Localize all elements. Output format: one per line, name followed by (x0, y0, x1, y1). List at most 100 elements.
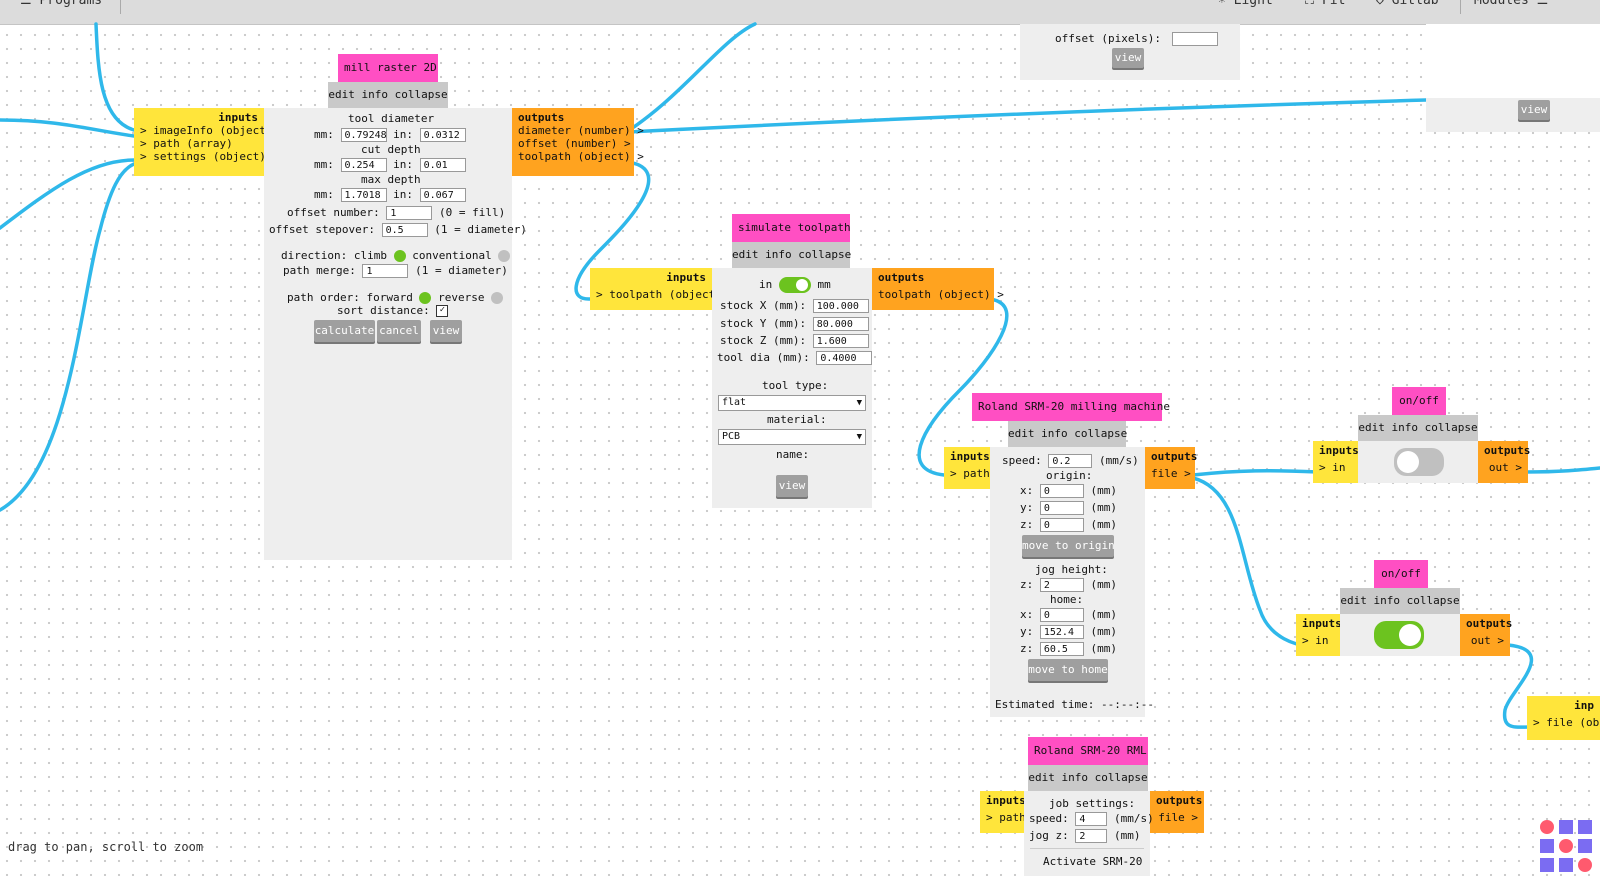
tool-type-select[interactable]: flat ▼ (718, 395, 866, 411)
y-label: y: (1020, 625, 1034, 638)
logo-square (1540, 858, 1554, 872)
roland-rml-edit-bar[interactable]: edit info collapse (1028, 765, 1148, 791)
onoff-2-inputs: inputs > in (1296, 614, 1342, 656)
onoff-1-toggle[interactable] (1394, 448, 1444, 476)
conventional-radio[interactable] (498, 250, 511, 262)
x-label: x: (1020, 608, 1034, 621)
mill-raster-edit-bar[interactable]: edit info collapse (328, 82, 448, 108)
simulate-toolpath-title[interactable]: simulate toolpath (732, 214, 851, 242)
onoff-1-edit-bar[interactable]: edit info collapse (1358, 415, 1478, 441)
forward-radio[interactable] (419, 292, 432, 304)
inputs-header: inputs (218, 111, 258, 124)
input-port-path[interactable]: > path (array) (140, 137, 258, 150)
input-port-in[interactable]: > in (1302, 634, 1334, 647)
move-to-home-button[interactable]: move to home (1028, 659, 1108, 681)
tool-dia-input[interactable]: 0.4000 (816, 351, 873, 365)
view-button[interactable]: view (1518, 100, 1550, 120)
sort-distance-checkbox[interactable]: ✓ (436, 305, 449, 317)
cut-depth-in-input[interactable]: 0.01 (419, 158, 466, 172)
onoff-2-title[interactable]: on/off (1374, 560, 1428, 588)
onoff-2-toggle[interactable] (1374, 621, 1424, 649)
rml-jog-input[interactable]: 2 (1075, 829, 1108, 843)
output-port-file[interactable]: file > (1156, 811, 1198, 824)
speed-input[interactable]: 0.2 (1048, 454, 1093, 468)
move-to-origin-button[interactable]: move to origin (1022, 535, 1115, 557)
roland-rml-title[interactable]: Roland SRM-20 RML (1028, 737, 1148, 765)
output-port-toolpath[interactable]: toolpath (object) > (518, 150, 644, 163)
input-port-toolpath[interactable]: > toolpath (object) (596, 288, 722, 301)
mill-raster-body: tool diameter mm: 0.79248 in: 0.0312 cut… (264, 108, 527, 560)
logo-square (1559, 820, 1573, 834)
mill-raster-title[interactable]: mill raster 2D (338, 54, 438, 82)
view-button[interactable]: view (430, 320, 462, 342)
cut-depth-label: cut depth (361, 143, 421, 156)
reverse-radio[interactable] (491, 292, 504, 304)
rml-speed-input[interactable]: 4 (1075, 812, 1108, 826)
input-port-settings[interactable]: > settings (object) (140, 150, 266, 163)
calculate-button[interactable]: calculate (314, 320, 375, 342)
input-port-imageinfo[interactable]: > imageInfo (object) (140, 124, 272, 137)
logo-square (1578, 820, 1592, 834)
onoff-2-edit-bar[interactable]: edit info collapse (1340, 588, 1460, 614)
logo-square (1540, 839, 1554, 853)
input-port-path[interactable]: > path (950, 467, 990, 480)
offset-number-input[interactable]: 1 (386, 206, 433, 220)
mm-unit: (mm) (1090, 642, 1118, 655)
outputs-header: outputs (1156, 794, 1203, 807)
material-select[interactable]: PCB ▼ (718, 429, 866, 445)
cut-depth-mm-input[interactable]: 0.254 (340, 158, 387, 172)
output-port-diameter[interactable]: diameter (number) > (518, 124, 644, 137)
cancel-button[interactable]: cancel (377, 320, 421, 342)
unit-toggle[interactable] (778, 277, 811, 293)
output-port-out[interactable]: out > (1484, 461, 1522, 474)
home-x-input[interactable]: 0 (1039, 608, 1084, 622)
origin-z-input[interactable]: 0 (1039, 518, 1084, 532)
input-port-path[interactable]: > path (986, 811, 1026, 824)
climb-radio[interactable] (393, 250, 406, 262)
output-port-toolpath[interactable]: toolpath (object) > (878, 288, 1004, 301)
roland-machine-title[interactable]: Roland SRM-20 milling machine (972, 393, 1170, 421)
stock-x-input[interactable]: 100.000 (812, 299, 869, 313)
module-fragment-right-viewer (1426, 24, 1600, 98)
output-port-file[interactable]: file > (1151, 467, 1191, 480)
stock-y-input[interactable]: 80.000 (812, 317, 869, 331)
onoff-1-title[interactable]: on/off (1392, 387, 1446, 415)
jog-z-input[interactable]: 2 (1039, 578, 1084, 592)
gitlab-link[interactable]: ◇ Gitlab (1376, 0, 1439, 8)
light-theme-button[interactable]: ☀ Light (1218, 0, 1273, 8)
modules-menu-button[interactable]: Modules ☰ (1474, 0, 1548, 8)
input-port-in[interactable]: > in (1319, 461, 1352, 474)
fit-view-button[interactable]: ⛶ Fit (1305, 0, 1345, 8)
home-z-input[interactable]: 60.5 (1039, 642, 1084, 656)
in-label: in: (393, 158, 413, 171)
origin-x-input[interactable]: 0 (1039, 484, 1084, 498)
tool-diameter-in-input[interactable]: 0.0312 (419, 128, 466, 142)
simulate-toolpath-edit-bar[interactable]: edit info collapse (732, 242, 851, 268)
programs-menu-button[interactable]: ☰ Programs (20, 0, 102, 8)
roland-machine-outputs: outputs file > (1145, 447, 1197, 489)
roland-machine-edit-bar[interactable]: edit info collapse (1008, 421, 1127, 447)
view-button[interactable]: view (1112, 48, 1144, 68)
max-depth-in-input[interactable]: 0.067 (419, 188, 466, 202)
offset-pixels-input[interactable] (1171, 32, 1218, 46)
view-button[interactable]: view (776, 475, 808, 497)
input-port-file[interactable]: > file (obje (1533, 716, 1600, 729)
sort-distance-label: sort distance: (337, 304, 430, 317)
stock-z-input[interactable]: 1.600 (812, 334, 869, 348)
tool-diameter-mm-input[interactable]: 0.79248 (340, 128, 387, 142)
z-label: z: (1020, 518, 1034, 531)
in-label: in: (393, 128, 413, 141)
offset-stepover-input[interactable]: 0.5 (381, 223, 428, 237)
offset-number-label: offset number: (287, 206, 380, 219)
pan-zoom-hint: drag to pan, scroll to zoom (8, 840, 204, 854)
home-y-input[interactable]: 152.4 (1039, 625, 1084, 639)
inputs-header: inputs (950, 450, 990, 463)
max-depth-mm-input[interactable]: 1.7018 (340, 188, 387, 202)
origin-y-input[interactable]: 0 (1039, 501, 1084, 515)
path-merge-input[interactable]: 1 (362, 264, 409, 278)
offset-stepover-label: offset stepover: (269, 223, 375, 236)
output-port-offset[interactable]: offset (number) > (518, 137, 631, 150)
output-port-out[interactable]: out > (1466, 634, 1504, 647)
chevron-down-icon: ▼ (856, 432, 862, 442)
roland-machine-inputs: inputs > path (944, 447, 990, 489)
